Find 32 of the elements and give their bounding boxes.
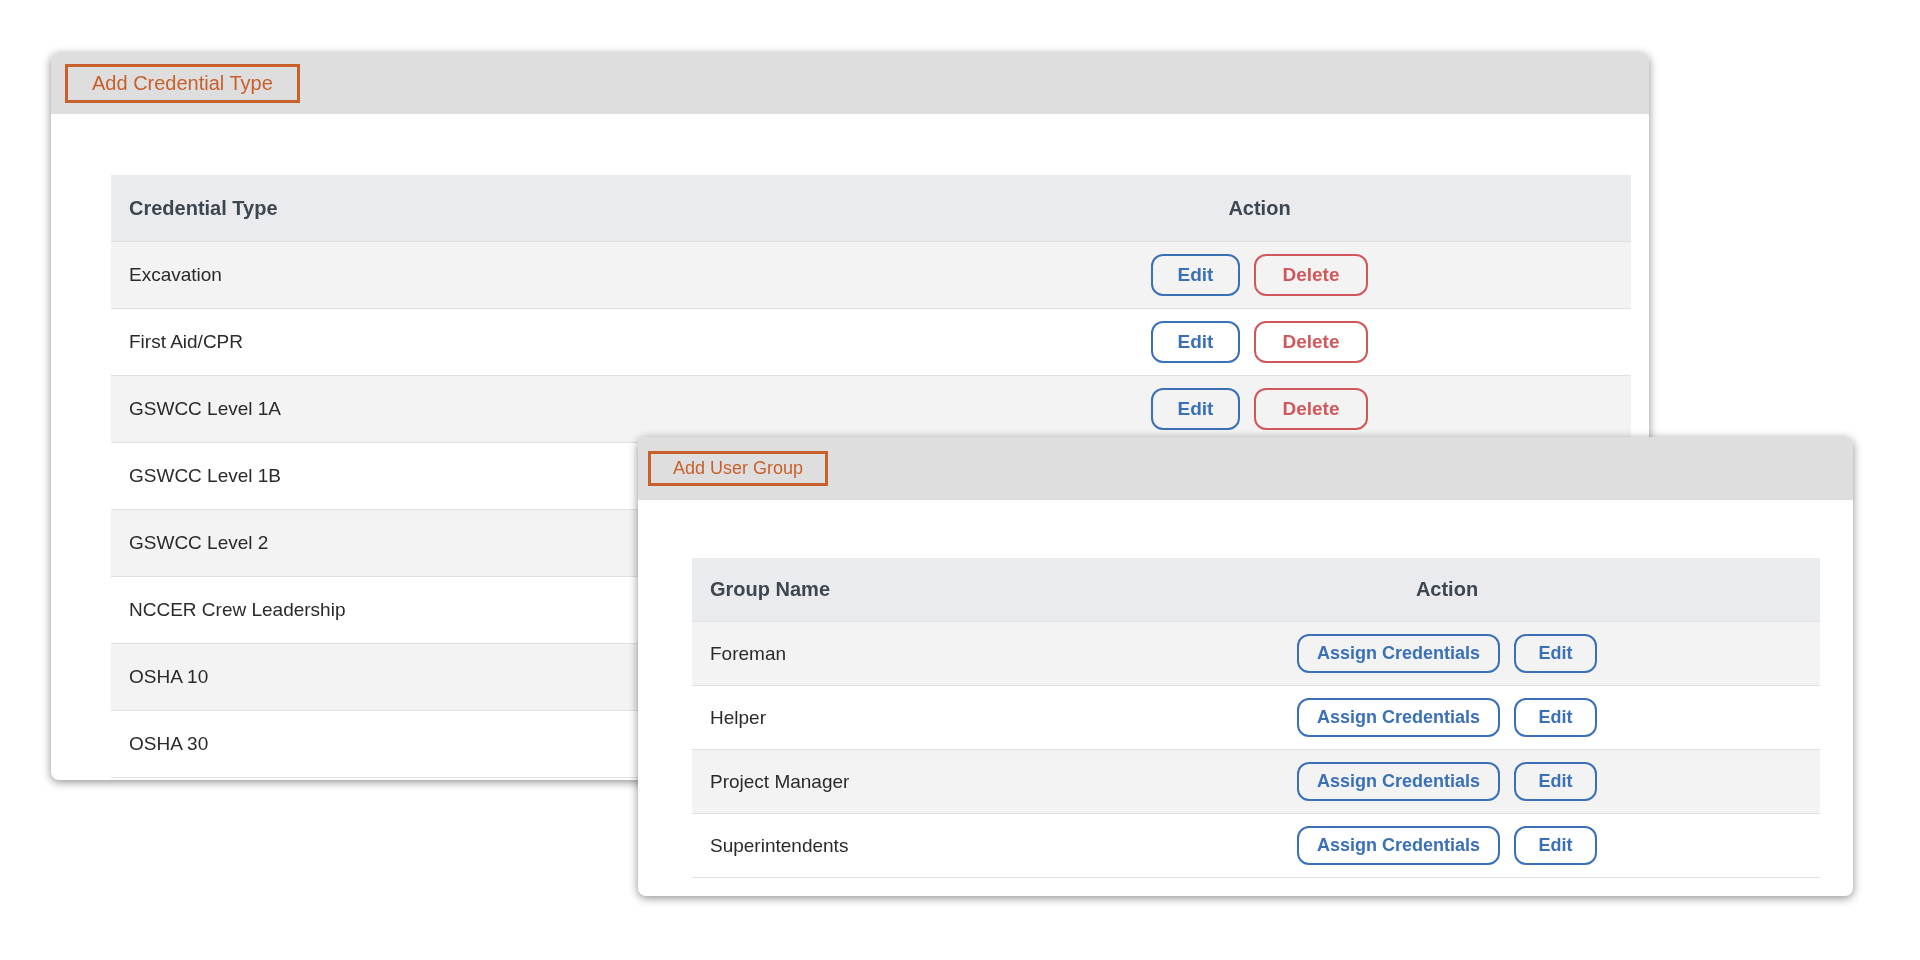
delete-button[interactable]: Delete <box>1254 321 1368 363</box>
table-cell: GSWCC Level 1B <box>129 465 282 486</box>
table-cell: Excavation <box>129 264 222 285</box>
table-cell: NCCER Crew Leadership <box>129 599 346 620</box>
edit-button[interactable]: Edit <box>1151 321 1240 363</box>
delete-button[interactable]: Delete <box>1254 254 1368 296</box>
edit-button[interactable]: Assign Credentials <box>1296 698 1500 737</box>
edit-button[interactable]: Edit <box>1151 388 1240 430</box>
edit-button[interactable]: Edit <box>1514 698 1597 737</box>
edit-button[interactable]: Edit <box>1151 254 1240 296</box>
add-button[interactable]: Add User Group <box>648 451 829 486</box>
column-header: Action <box>1414 578 1480 601</box>
table-cell: Superintendents <box>710 834 849 856</box>
table-cell: GSWCC Level 2 <box>129 532 269 553</box>
table-cell: Foreman <box>710 642 787 664</box>
edit-button[interactable]: Assign Credentials <box>1296 826 1500 865</box>
column-header: Action <box>1227 196 1292 220</box>
table-cell: GSWCC Level 1A <box>129 398 282 419</box>
column-header: Group Name <box>709 578 832 601</box>
table-cell: First Aid/CPR <box>129 331 244 352</box>
edit-button[interactable]: Edit <box>1514 634 1597 673</box>
table-cell: OSHA 30 <box>129 733 209 754</box>
table-cell: Project Manager <box>710 770 850 792</box>
edit-button[interactable]: Edit <box>1514 826 1597 865</box>
edit-button[interactable]: Edit <box>1514 762 1597 801</box>
table-cell: OSHA 10 <box>129 666 209 687</box>
delete-button[interactable]: Delete <box>1254 388 1368 430</box>
add-button[interactable]: Add Credential Type <box>65 64 300 103</box>
edit-button[interactable]: Assign Credentials <box>1296 762 1500 801</box>
table-cell: Helper <box>710 706 766 728</box>
column-header: Credential Type <box>128 196 279 220</box>
edit-button[interactable]: Assign Credentials <box>1296 634 1500 673</box>
